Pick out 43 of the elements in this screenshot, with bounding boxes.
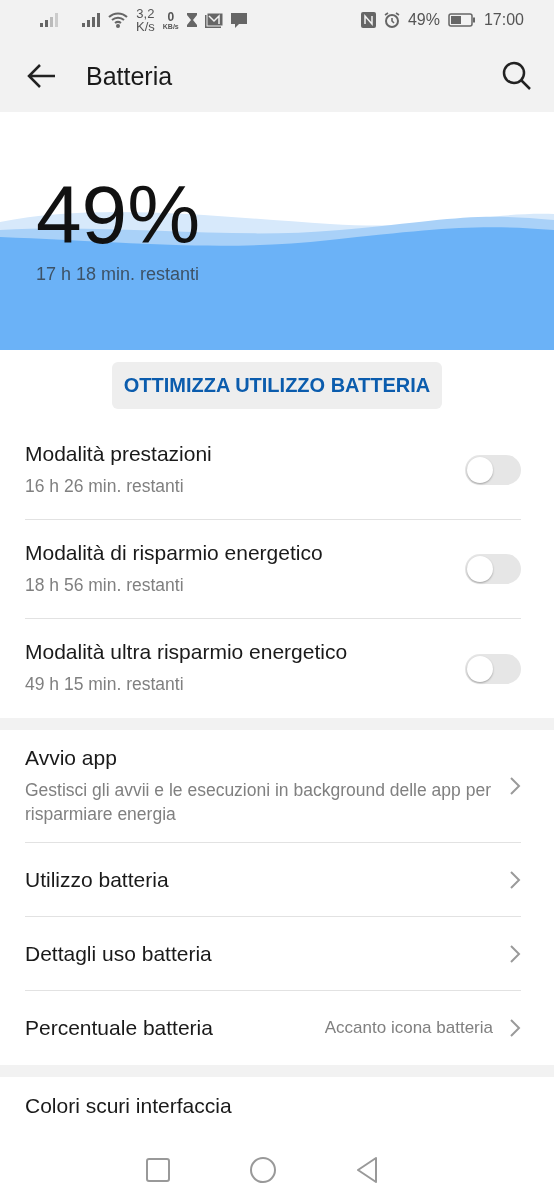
- mail-icon: [204, 12, 223, 28]
- signal-icon: [82, 13, 100, 27]
- battery-level: 49%: [36, 174, 202, 256]
- chevron-right-icon: [509, 869, 521, 890]
- setting-description: Gestisci gli avvii e le esecuzioni in background delle app per risparmiare energia: [25, 778, 492, 826]
- mode-title: Modalità prestazioni: [25, 441, 213, 466]
- back-arrow-icon[interactable]: [26, 63, 56, 89]
- mode-remaining: 16 h 26 min. restanti: [25, 474, 185, 498]
- optimize-button[interactable]: OTTIMIZZA UTILIZZO BATTERIA: [111, 362, 443, 409]
- chevron-right-icon: [509, 943, 521, 964]
- network-speed: 3,2: [136, 7, 155, 20]
- remaining-time: 17 h 18 min. restanti: [36, 264, 201, 285]
- setting-title[interactable]: Dettagli uso batteria: [25, 941, 493, 966]
- recents-icon[interactable]: [146, 1158, 170, 1182]
- setting-title[interactable]: Percentuale batteria: [25, 1016, 309, 1040]
- clock: 17:00: [483, 11, 524, 29]
- back-icon[interactable]: [356, 1157, 378, 1183]
- signal-icon: [40, 13, 58, 27]
- chevron-right-icon: [509, 776, 521, 796]
- search-icon[interactable]: [502, 61, 532, 91]
- mode-toggle[interactable]: [465, 554, 521, 584]
- battery-icon: [447, 13, 476, 27]
- nfc-icon: [360, 12, 376, 28]
- setting-title[interactable]: Utilizzo batteria: [25, 867, 493, 892]
- mode-toggle[interactable]: [465, 455, 521, 485]
- home-icon[interactable]: [250, 1157, 276, 1183]
- data-amount: 0: [167, 10, 175, 23]
- speed-unit: K/s: [136, 20, 155, 33]
- chevron-right-icon: [509, 1018, 521, 1038]
- hourglass-icon: [186, 13, 197, 27]
- setting-value: Accanto icona batteria: [324, 1018, 493, 1038]
- setting-title[interactable]: Colori scuri interfaccia: [25, 1094, 521, 1118]
- chat-icon: [230, 12, 247, 28]
- mode-remaining: 18 h 56 min. restanti: [25, 573, 185, 597]
- page-title: Batteria: [86, 61, 174, 91]
- setting-title[interactable]: Avvio app: [25, 745, 493, 770]
- mode-title: Modalità di risparmio energetico: [25, 540, 324, 565]
- wifi-icon: [108, 12, 128, 28]
- mode-remaining: 49 h 15 min. restanti: [25, 673, 185, 697]
- mode-toggle[interactable]: [465, 653, 521, 684]
- alarm-icon: [383, 12, 400, 28]
- mode-title: Modalità ultra risparmio energetico: [25, 640, 349, 665]
- battery-percent: 49%: [407, 11, 440, 29]
